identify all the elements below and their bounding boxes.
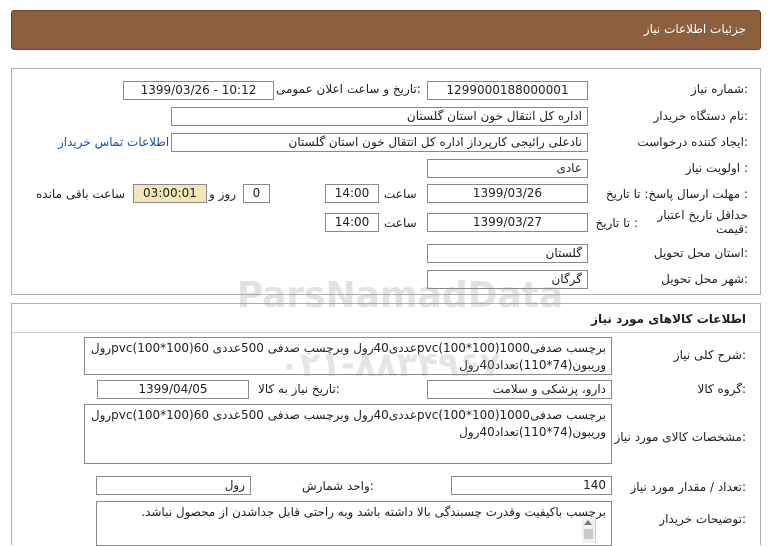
days-label: روز و bbox=[209, 187, 236, 201]
summary-field: برچسب صدفی1000(100*100)pvcعددی40رول وبرچ… bbox=[84, 337, 612, 375]
need-number-field: 1299000188000001 bbox=[427, 81, 588, 100]
spec-field: برچسب صدفی1000(100*100)pvcعددی40رول وبرچ… bbox=[84, 404, 612, 464]
buyer-org-field: اداره کل انتقال خون استان گلستان bbox=[171, 107, 588, 126]
creator-field: نادعلی رائیجی کارپرداز اداره کل انتقال خ… bbox=[171, 133, 588, 152]
need-info-panel: شماره نیاز: 1299000188000001 تاریخ و ساع… bbox=[11, 68, 761, 295]
deadline-label: مهلت ارسال پاسخ: تا تاریخ : bbox=[605, 187, 748, 201]
notes-label: توضیحات خریدار: bbox=[659, 512, 746, 526]
need-date-label: تاریخ نیاز به کالا: bbox=[258, 382, 340, 396]
validity-time-label: ساعت bbox=[384, 216, 417, 230]
city-label: شهر محل تحویل: bbox=[661, 272, 748, 286]
goods-section-title: اطلاعات کالاهای مورد نیاز bbox=[591, 312, 746, 326]
city-field: گرگان bbox=[427, 270, 588, 289]
notes-scrollbar[interactable] bbox=[582, 517, 596, 543]
page-title: جزئیات اطلاعات نیاز bbox=[643, 22, 746, 36]
page-header: جزئیات اطلاعات نیاز bbox=[11, 10, 761, 50]
validity-time-field: 14:00 bbox=[325, 213, 379, 232]
days-remaining-field: 0 bbox=[243, 184, 270, 203]
summary-label: شرح کلی نیاز: bbox=[673, 348, 746, 362]
validity-to-label: تا تاریخ : bbox=[595, 216, 638, 230]
section-divider bbox=[12, 332, 760, 333]
qty-label: تعداد / مقدار مورد نیاز: bbox=[630, 480, 746, 494]
group-field: دارو، پزشکی و سلامت bbox=[427, 380, 612, 399]
notes-field[interactable]: برچسب باکیفیت وقدرت چسبندگی بالا داشته ب… bbox=[96, 501, 612, 546]
deadline-time-label: ساعت bbox=[384, 187, 417, 201]
spec-label: مشخصات کالای مورد نیاز: bbox=[614, 430, 746, 444]
province-label: استان محل تحویل: bbox=[653, 246, 748, 260]
scroll-up-icon[interactable] bbox=[584, 520, 592, 525]
remaining-label: ساعت باقی مانده bbox=[36, 187, 126, 201]
priority-label: اولویت نیاز : bbox=[685, 161, 748, 175]
creator-label: ایجاد کننده درخواست: bbox=[637, 135, 748, 149]
buyer-org-label: نام دستگاه خریدار: bbox=[653, 109, 749, 123]
announce-field: 1399/03/26 - 10:12 bbox=[123, 81, 274, 100]
priority-field: عادی bbox=[427, 159, 588, 178]
scroll-thumb[interactable] bbox=[584, 529, 593, 539]
need-date-field: 1399/04/05 bbox=[97, 380, 249, 399]
time-remaining-field: 03:00:01 bbox=[133, 184, 207, 203]
validity-date-field: 1399/03/27 bbox=[427, 213, 588, 232]
unit-label: واحد شمارش: bbox=[302, 479, 374, 493]
deadline-date-field: 1399/03/26 bbox=[427, 184, 588, 203]
need-number-label: شماره نیاز: bbox=[690, 82, 748, 96]
announce-label: تاریخ و ساعت اعلان عمومی: bbox=[276, 82, 421, 96]
province-field: گلستان bbox=[427, 244, 588, 263]
goods-panel: اطلاعات کالاهای مورد نیاز شرح کلی نیاز: … bbox=[11, 303, 761, 546]
validity-label: حداقل تاریخ اعتبار قیمت: bbox=[657, 208, 748, 236]
buyer-contact-link[interactable]: اطلاعات تماس خریدار bbox=[58, 135, 169, 149]
unit-field: رول bbox=[96, 476, 251, 495]
qty-field: 140 bbox=[451, 476, 612, 495]
group-label: گروه کالا: bbox=[697, 382, 747, 396]
deadline-time-field: 14:00 bbox=[325, 184, 379, 203]
